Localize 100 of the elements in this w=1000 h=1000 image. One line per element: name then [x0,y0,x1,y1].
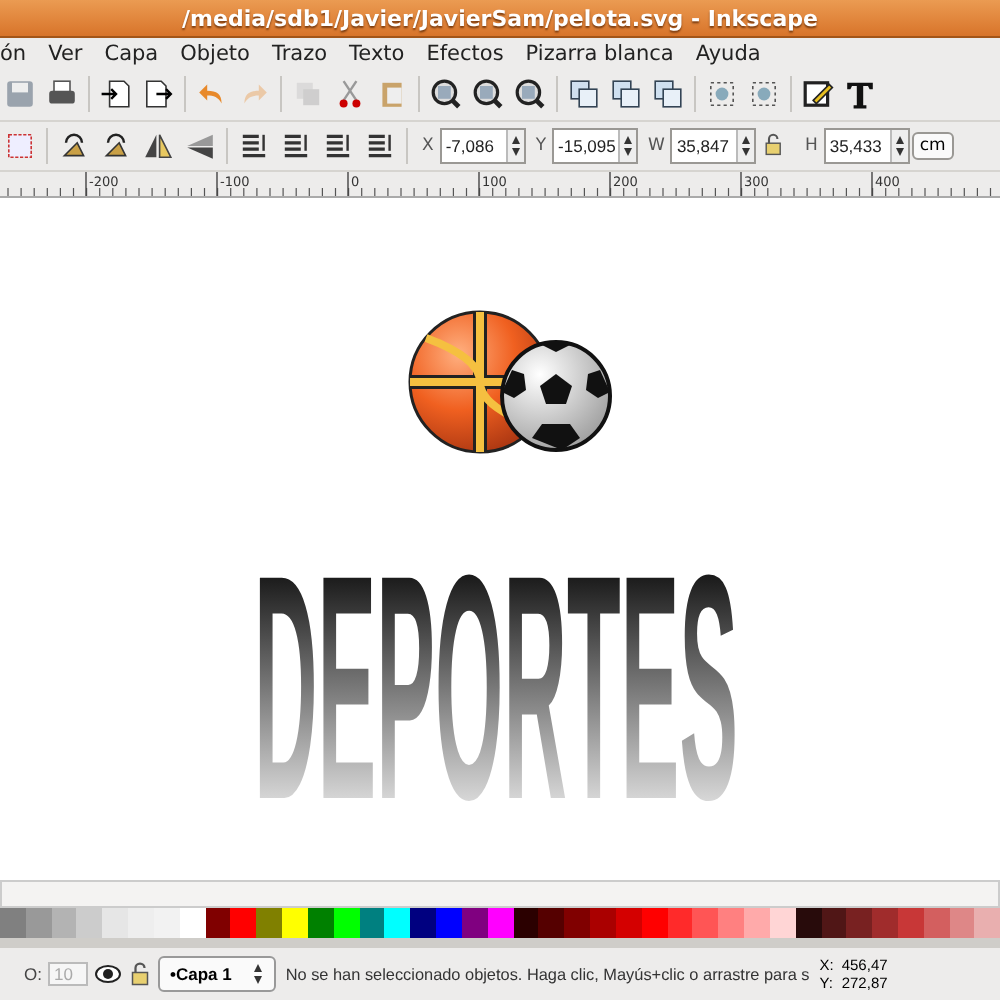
color-swatch[interactable] [307,908,334,938]
field-label: H [804,136,818,156]
spin-arrows-icon [251,962,264,986]
color-swatch[interactable] [641,908,668,938]
menu-item[interactable]: Efectos [426,41,504,65]
color-swatch[interactable] [872,908,898,938]
menu-item[interactable]: Ayuda [695,41,761,65]
color-swatch[interactable] [487,908,514,938]
scissors-icon [334,78,366,110]
magnifier-button[interactable] [510,76,550,112]
color-swatch[interactable] [179,908,206,938]
color-swatch[interactable] [846,908,873,938]
duplicate-icon [292,78,324,110]
color-swatch[interactable] [102,908,129,938]
menu-item[interactable]: Capa [104,41,159,65]
color-swatch[interactable] [128,908,154,938]
magnifier-button[interactable] [468,76,508,112]
color-swatch[interactable] [692,908,719,938]
color-swatch[interactable] [282,908,308,938]
pen-icon [802,78,834,110]
number-field[interactable]: 35,847 [670,128,757,164]
color-swatch[interactable] [205,908,231,938]
import-button[interactable] [96,76,136,112]
printer-icon [46,78,78,110]
number-field[interactable]: -15,095 [552,128,639,164]
color-swatch[interactable] [564,908,591,938]
color-swatch[interactable] [384,908,411,938]
export-icon [142,78,174,110]
color-swatch[interactable] [744,908,770,938]
magnifier-button[interactable] [426,76,466,112]
color-swatch[interactable] [461,908,488,938]
soccer-ball-drawing [500,340,612,452]
import-icon [100,78,132,110]
magnifier-icon [514,78,546,110]
layer-dropdown[interactable]: •Capa 1 [157,956,276,992]
stacked-squares-icon [568,78,600,110]
color-swatch[interactable] [897,908,924,938]
spin-arrows-icon [622,134,635,158]
color-swatch[interactable] [590,908,616,938]
color-swatch[interactable] [0,908,26,938]
color-swatch[interactable] [256,908,283,938]
magnifier-icon [472,78,504,110]
pen-button[interactable] [798,76,838,112]
field-label: W [648,136,665,156]
stacked-squares-button[interactable] [606,76,646,112]
color-swatch[interactable] [949,908,975,938]
color-swatch[interactable] [821,908,847,938]
spin-arrows-icon [893,134,906,158]
menu-item[interactable]: Objeto [180,41,250,65]
number-field[interactable]: 35,433 [823,128,910,164]
color-swatch[interactable] [615,908,642,938]
field-label: Y [535,136,547,156]
color-swatch[interactable] [436,908,462,938]
layer-order-icon [280,130,312,162]
menu-item[interactable]: Trazo [271,41,328,65]
rotate-icon [100,130,132,162]
spin-arrows-icon [509,134,522,158]
color-swatch[interactable] [333,908,360,938]
color-swatch[interactable] [667,908,693,938]
stacked-squares-icon [610,78,642,110]
flip-horizontal-icon [142,130,174,162]
node-selection-icon [706,78,738,110]
text-tool-icon [844,78,876,110]
window-title: /media/sdb1/Javier/JavierSam/pelota.svg - Inkscape [182,5,818,31]
menu-item[interactable]: Pizarra blanca [525,41,674,65]
artwork-text: DEPORTES [254,508,739,867]
color-swatch[interactable] [974,908,1000,938]
color-swatch[interactable] [359,908,385,938]
color-swatch[interactable] [769,908,796,938]
magnifier-icon [430,78,462,110]
color-swatch[interactable] [51,908,77,938]
field-label: X [422,136,434,156]
stacked-squares-button[interactable] [648,76,688,112]
color-swatch[interactable] [923,908,950,938]
selection-icon [4,130,36,162]
stacked-squares-button[interactable] [564,76,604,112]
layer-order-icon [238,130,270,162]
color-swatch[interactable] [76,908,103,938]
menu-item[interactable]: Texto [349,41,405,65]
menu-item[interactable]: ón [0,41,27,65]
color-swatch[interactable] [410,908,437,938]
eye-icon [93,960,122,988]
color-swatch[interactable] [153,908,180,938]
color-swatch[interactable] [538,908,565,938]
units-dropdown[interactable]: cm [911,132,954,160]
color-swatch[interactable] [230,908,257,938]
visibility-button[interactable] [93,960,122,988]
lock-button[interactable] [127,960,152,988]
menu-item[interactable]: Ver [48,41,83,65]
status-message: No se han seleccionado objetos. Haga clic, Mayús+clic o arrastre para s [285,965,810,983]
layer-order-icon [364,130,396,162]
opacity-label: O: [24,964,42,984]
horizontal-scrollbar[interactable] [0,880,1000,908]
color-swatch[interactable] [513,908,539,938]
flip-vertical-icon [184,130,216,162]
padlock-icon [127,960,152,988]
number-field[interactable]: -7,086 [439,128,526,164]
color-swatch[interactable] [795,908,821,938]
color-swatch[interactable] [718,908,745,938]
color-swatch[interactable] [25,908,52,938]
